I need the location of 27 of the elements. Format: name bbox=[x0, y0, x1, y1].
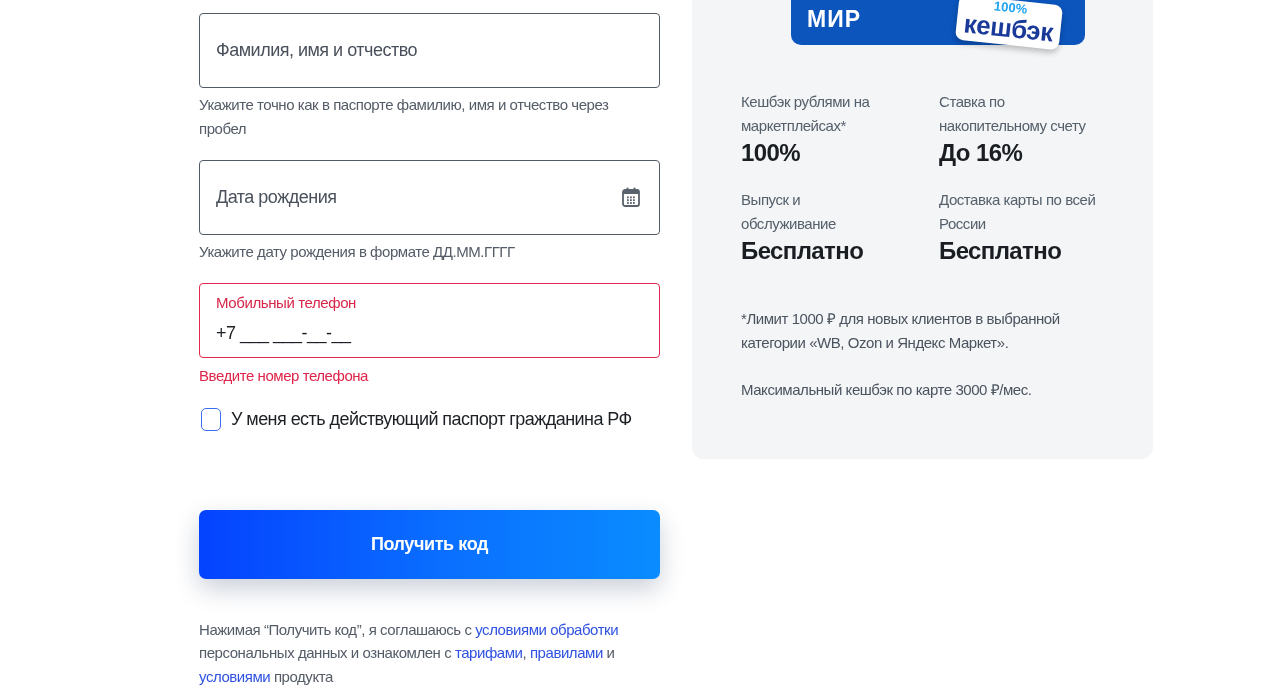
sticker-percent: 100% bbox=[993, 0, 1028, 16]
get-code-button[interactable]: Получить код bbox=[199, 510, 660, 579]
feature-label: Кешбэк рублями на маркетплейсах* bbox=[741, 92, 871, 136]
text-link[interactable]: тарифами bbox=[454, 644, 523, 661]
checkbox[interactable] bbox=[201, 408, 221, 431]
field-label: Мобильный телефон bbox=[216, 293, 356, 313]
calendar-icon[interactable] bbox=[622, 187, 640, 207]
checkbox-label[interactable]: У меня есть действующий паспорт гражданина РФ bbox=[231, 409, 632, 430]
feature-value: Бесплатно bbox=[741, 236, 865, 266]
feature-label: Выпуск и обслуживание bbox=[741, 190, 837, 234]
text-link[interactable]: условиями обработки bbox=[475, 620, 619, 638]
text-link[interactable]: правилами bbox=[529, 644, 603, 661]
consent-text: Нажимая “Получить код”, я соглашаюсь с условиями обработки персональных данных и ознакомлен с тарифами, правилами и условиями продукта bbox=[199, 619, 620, 687]
footnote-text: *Лимит 1000 ₽ для новых клиентов в выбранной категории «WB, Ozon и Яндекс Маркет». bbox=[741, 309, 1061, 353]
error-message: Введите номер телефона bbox=[199, 366, 370, 386]
text-link[interactable]: условиями bbox=[199, 667, 271, 685]
birth-date-field[interactable]: Дата рождения bbox=[199, 160, 660, 235]
hint-text: Укажите точно как в паспорте фамилию, имя и отчество через пробел bbox=[199, 95, 610, 139]
feature-value: 100% bbox=[741, 138, 801, 168]
card-logo: МИР bbox=[807, 6, 862, 31]
feature-value: Бесплатно bbox=[939, 236, 1063, 266]
feature-value: До 16% bbox=[939, 138, 1024, 168]
hint-text: Укажите дату рождения в формате ДД.ММ.ГГГГ bbox=[199, 242, 516, 262]
feature-label: Ставка по накопительному счету bbox=[939, 92, 1087, 136]
full-name-field[interactable]: Фамилия, имя и отчество bbox=[199, 13, 660, 88]
feature-label: Доставка карты по всей России bbox=[939, 190, 1097, 234]
footnote-text: Максимальный кешбэк по карте 3000 ₽/мес. bbox=[741, 380, 1033, 400]
